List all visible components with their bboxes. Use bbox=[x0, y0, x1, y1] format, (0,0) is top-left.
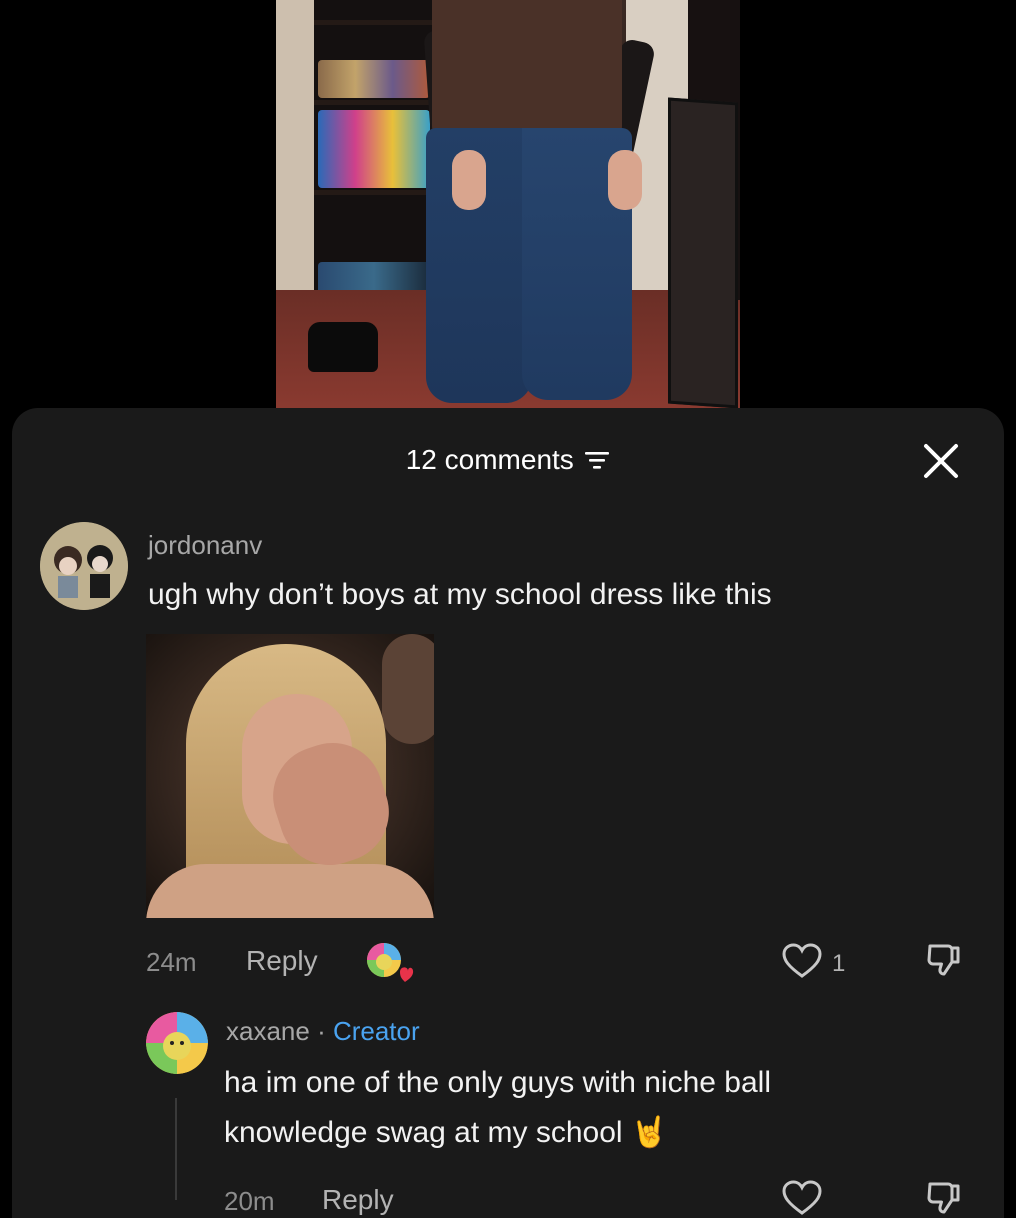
shirt bbox=[432, 0, 622, 140]
thumbs-down-icon[interactable] bbox=[924, 940, 964, 980]
comment-text-segment: knowledge swag at my school bbox=[224, 1116, 623, 1149]
hand bbox=[452, 150, 486, 210]
comment-text-line: knowledge swag at my school 🤘 bbox=[224, 1108, 984, 1158]
comment-text: ugh why don’t boys at my school dress li… bbox=[148, 578, 772, 611]
avatar-illustration bbox=[146, 1012, 208, 1074]
avatar-illustration bbox=[40, 522, 128, 610]
video-preview[interactable] bbox=[276, 0, 740, 408]
reply-button[interactable]: Reply bbox=[322, 1184, 394, 1216]
thread-line bbox=[175, 1098, 177, 1200]
shoes bbox=[308, 322, 378, 372]
heart-icon[interactable] bbox=[782, 943, 822, 979]
heart-icon[interactable] bbox=[782, 1180, 822, 1216]
comment-gif[interactable] bbox=[146, 634, 434, 918]
creator-liked-icon bbox=[367, 943, 414, 982]
avatar[interactable] bbox=[40, 522, 128, 610]
filter-icon[interactable] bbox=[584, 449, 610, 471]
comment-time: 20m bbox=[224, 1186, 275, 1216]
username-separator: · bbox=[309, 1016, 333, 1046]
thumbs-down-icon[interactable] bbox=[924, 1178, 964, 1218]
comment-time: 24m bbox=[146, 947, 197, 977]
rock-on-emoji: 🤘 bbox=[630, 1116, 669, 1149]
comment-text: ha im one of the only guys with niche ba… bbox=[224, 1058, 984, 1158]
comments-count: 12 comments bbox=[405, 444, 574, 475]
close-icon[interactable] bbox=[920, 440, 962, 482]
comment-username[interactable]: jordonanv bbox=[148, 530, 262, 561]
shelf bbox=[314, 0, 439, 320]
avatar[interactable] bbox=[146, 1012, 208, 1074]
comment-text-line: ha im one of the only guys with niche ba… bbox=[224, 1066, 771, 1099]
sheet-header: 12 comments bbox=[12, 444, 1004, 476]
background-person bbox=[382, 634, 434, 744]
hand bbox=[608, 150, 642, 210]
reply-button[interactable]: Reply bbox=[246, 945, 318, 977]
creator-badge: Creator bbox=[332, 1016, 420, 1046]
reply-username[interactable]: xaxane bbox=[226, 1016, 310, 1046]
like-count: 1 bbox=[832, 950, 846, 977]
comment-username: xaxane · Creator bbox=[226, 1016, 420, 1047]
mirror bbox=[668, 97, 738, 408]
shoulder bbox=[146, 864, 434, 918]
wall bbox=[276, 0, 316, 300]
